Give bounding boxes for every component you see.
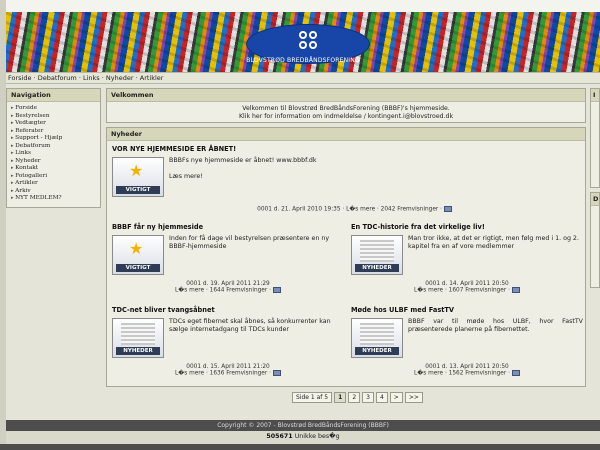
read-more-link[interactable]: Læs mere! bbox=[169, 173, 469, 181]
news-meta: 0001 d. 21. April 2010 19:35 · L�s mere … bbox=[112, 206, 452, 213]
news-headline[interactable]: VOR NYE HJEMMESIDE ER ÅBNET! bbox=[112, 145, 582, 153]
news-meta: 0001 d. 13. April 2011 20:50 L�s mere · … bbox=[351, 364, 583, 377]
star-icon: ★ bbox=[129, 161, 144, 180]
page-3[interactable]: 3 bbox=[362, 392, 374, 403]
news-item: En TDC-historie fra det virkelige liv! N… bbox=[351, 223, 583, 303]
star-icon: ★ bbox=[129, 239, 144, 258]
page-4[interactable]: 4 bbox=[375, 392, 388, 403]
top-strip bbox=[0, 0, 600, 12]
news-text: Man tror ikke, at det er rigtigt, men fø… bbox=[408, 235, 579, 250]
welcome-text: Velkommen til Blovstrød BredBåndsForenin… bbox=[242, 105, 450, 112]
next-page[interactable]: > bbox=[389, 392, 403, 403]
site-banner: BLOVSTRØD BREDBÅNDSFORENING bbox=[6, 12, 600, 72]
news-meta: 0001 d. 15. April 2011 21:20 L�s mere · … bbox=[112, 364, 344, 377]
print-icon[interactable] bbox=[511, 370, 520, 376]
thumb-tag: VIGTIGT bbox=[116, 186, 160, 194]
thumb-tag: VIGTIGT bbox=[116, 264, 160, 272]
news-item-featured: VOR NYE HJEMMESIDE ER ÅBNET! ★ VIGTIGT B… bbox=[112, 145, 582, 215]
right-panel-1: I bbox=[590, 88, 600, 188]
news-meta: 0001 d. 19. April 2011 21:29 L�s mere · … bbox=[112, 281, 344, 294]
sidebar-item-kontakt[interactable]: Kontakt bbox=[11, 165, 96, 173]
news-text: BBBFs nye hjemmeside er åbnet! www.bbbf.… bbox=[169, 157, 469, 181]
navigation-list: Forside Bestyrelsen Vedtægter Referater … bbox=[7, 102, 100, 206]
print-icon[interactable] bbox=[272, 287, 281, 293]
right-panel-2: D bbox=[590, 192, 600, 288]
page-1[interactable]: 1 bbox=[334, 392, 347, 403]
top-navigation: Forside · Debatforum · Links · Nyheder ·… bbox=[6, 72, 600, 84]
news-text: TDCs eget fibernet skal åbnes, så konkur… bbox=[169, 318, 331, 333]
page-label: Side 1 af 5 bbox=[292, 392, 333, 403]
news-item: TDC-net bliver tvangsåbnet NYHEDER TDCs … bbox=[112, 306, 344, 386]
sidebar-item-debatforum[interactable]: Debatforum bbox=[11, 143, 96, 151]
sidebar-item-referater[interactable]: Referater bbox=[11, 128, 96, 136]
news-text: Inden for få dage vil bestyrelsen præsen… bbox=[169, 235, 330, 250]
thumb-tag: NYHEDER bbox=[116, 347, 160, 355]
sidebar-item-support[interactable]: Support - Hjælp bbox=[11, 135, 96, 143]
visitor-counter: 505671 Unikke bes�g bbox=[6, 433, 600, 440]
navigation-panel: Navigation Forside Bestyrelsen Vedtægter… bbox=[6, 88, 101, 208]
thumb-tag: NYHEDER bbox=[355, 347, 399, 355]
news-title: Nyheder bbox=[107, 128, 585, 141]
newspaper-icon bbox=[360, 323, 394, 345]
sidebar-item-nyt-medlem[interactable]: NYT MEDLEM? bbox=[11, 195, 96, 203]
membership-link[interactable]: Klik her for information om indmeldelse … bbox=[110, 113, 582, 121]
newspaper-icon bbox=[121, 323, 155, 345]
bottom-bar bbox=[0, 444, 600, 450]
vigtigt-thumbnail: ★ VIGTIGT bbox=[112, 157, 164, 197]
topnav-links[interactable]: Links bbox=[83, 74, 100, 82]
news-item: Møde hos ULBF med FastTV NYHEDER BBBF va… bbox=[351, 306, 583, 386]
topnav-forside[interactable]: Forside bbox=[8, 74, 31, 82]
welcome-title: Velkommen bbox=[107, 89, 585, 102]
sidebar-item-vedtaegter[interactable]: Vedtægter bbox=[11, 120, 96, 128]
vigtigt-thumbnail: ★ VIGTIGT bbox=[112, 235, 164, 275]
sidebar-item-arkiv[interactable]: Arkiv bbox=[11, 188, 96, 196]
pagination: Side 1 af 5 1 2 3 4 > >> bbox=[292, 392, 423, 403]
news-headline[interactable]: En TDC-historie fra det virkelige liv! bbox=[351, 223, 583, 231]
news-text: BBBF var til møde hos ULBF, hvor FastTV … bbox=[408, 318, 583, 333]
page-2[interactable]: 2 bbox=[348, 392, 361, 403]
news-headline[interactable]: TDC-net bliver tvangsåbnet bbox=[112, 306, 344, 314]
logo-text: BLOVSTRØD BREDBÅNDSFORENING bbox=[246, 57, 360, 64]
news-meta: 0001 d. 14. April 2011 20:50 L�s mere · … bbox=[351, 281, 583, 294]
thumb-tag: NYHEDER bbox=[355, 264, 399, 272]
sidebar-item-bestyrelsen[interactable]: Bestyrelsen bbox=[11, 113, 96, 121]
news-headline[interactable]: Møde hos ULBF med FastTV bbox=[351, 306, 583, 314]
nyheder-thumbnail: NYHEDER bbox=[351, 318, 403, 358]
sidebar-item-forside[interactable]: Forside bbox=[11, 105, 96, 113]
navigation-title: Navigation bbox=[7, 89, 100, 102]
news-item: BBBF får ny hjemmeside ★ VIGTIGT Inden f… bbox=[112, 223, 344, 303]
newspaper-icon bbox=[360, 240, 394, 262]
sidebar-item-fotogalleri[interactable]: Fotogalleri bbox=[11, 173, 96, 181]
visitor-count: 505671 bbox=[266, 433, 293, 440]
welcome-panel: Velkommen Velkommen til Blovstrød BredBå… bbox=[106, 88, 586, 123]
nyheder-thumbnail: NYHEDER bbox=[112, 318, 164, 358]
footer-copyright: Copyright © 2007 - Blovstrød BredBåndsFo… bbox=[6, 420, 600, 431]
last-page[interactable]: >> bbox=[404, 392, 423, 403]
print-icon[interactable] bbox=[272, 370, 281, 376]
topnav-debatforum[interactable]: Debatforum bbox=[38, 74, 77, 82]
sidebar-item-links[interactable]: Links bbox=[11, 150, 96, 158]
logo-mark-icon bbox=[299, 31, 319, 51]
visitor-count-label: Unikke bes�g bbox=[294, 433, 340, 440]
topnav-nyheder[interactable]: Nyheder bbox=[106, 74, 134, 82]
nyheder-thumbnail: NYHEDER bbox=[351, 235, 403, 275]
print-icon[interactable] bbox=[511, 287, 520, 293]
print-icon[interactable] bbox=[444, 206, 452, 212]
sidebar-item-nyheder[interactable]: Nyheder bbox=[11, 158, 96, 166]
sidebar-item-artikler[interactable]: Artikler bbox=[11, 180, 96, 188]
news-headline[interactable]: BBBF får ny hjemmeside bbox=[112, 223, 344, 231]
news-panel: Nyheder VOR NYE HJEMMESIDE ER ÅBNET! ★ V… bbox=[106, 127, 586, 387]
topnav-artikler[interactable]: Artikler bbox=[140, 74, 164, 82]
